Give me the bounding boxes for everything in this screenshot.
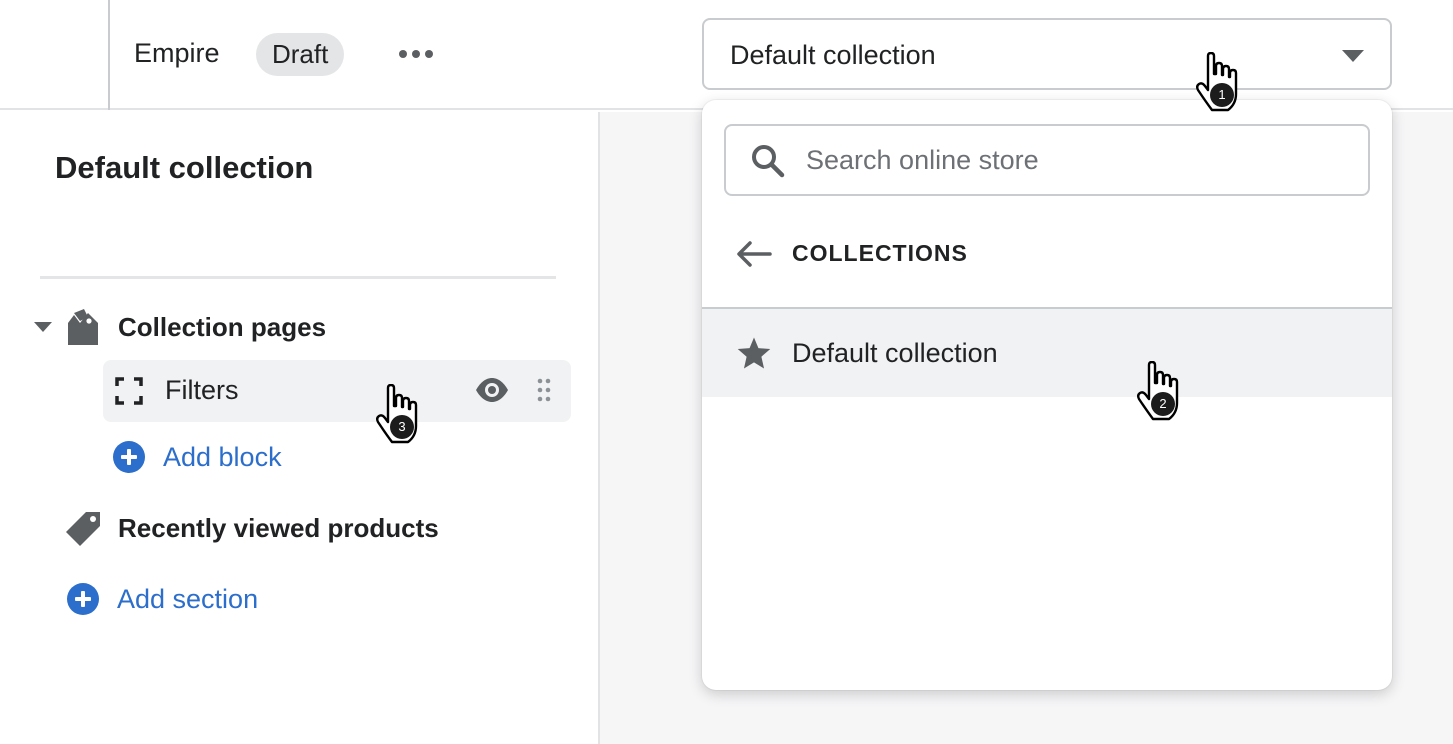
top-bar: Empire Draft Default collection [0,0,1453,110]
add-block-label: Add block [163,441,282,472]
eye-icon[interactable] [475,377,509,403]
more-actions-button[interactable] [392,34,440,74]
add-section-button[interactable]: Add section [67,583,258,615]
search-input[interactable] [806,138,1346,182]
add-section-label: Add section [117,583,259,614]
section-label: Collection pages [118,311,327,342]
block-label: Filters [165,375,239,405]
plus-circle-icon [67,583,99,615]
caret-down-icon[interactable] [34,322,52,332]
search-icon [752,145,785,178]
status-badge: Draft [256,33,345,76]
plus-circle-icon [113,441,145,473]
section-collection-pages[interactable]: Collection pages [34,307,326,347]
back-to-collections-button[interactable]: COLLECTIONS [736,240,968,267]
theme-name: Empire [134,38,220,68]
caret-down-icon [1342,50,1364,62]
frame-icon [115,377,143,405]
collections-heading: COLLECTIONS [792,240,968,266]
horizontal-dots-icon [399,50,407,58]
drag-handle-icon[interactable] [537,378,551,402]
tag-icon [66,512,100,546]
arrow-left-icon [737,240,772,267]
star-icon [737,337,771,369]
sidebar-divider [40,276,556,279]
block-filters[interactable]: Filters [103,360,571,422]
search-field[interactable] [724,124,1370,196]
dropdown-item-label: Default collection [792,337,998,368]
collection-selector-value: Default collection [730,40,936,70]
section-label: Recently viewed products [118,512,439,543]
sidebar-panel: Default collection Collection pages Filt… [0,112,600,744]
topbar-divider [108,0,110,110]
sidebar-title: Default collection [55,150,314,185]
add-block-button[interactable]: Add block [113,441,282,473]
dropdown-item-default-collection[interactable]: Default collection [702,309,1392,397]
collection-dropdown: COLLECTIONS Default collection [702,100,1392,690]
collection-selector[interactable]: Default collection [702,18,1392,90]
section-recently-viewed[interactable]: Recently viewed products [64,508,439,548]
collection-tags-icon [68,309,98,345]
